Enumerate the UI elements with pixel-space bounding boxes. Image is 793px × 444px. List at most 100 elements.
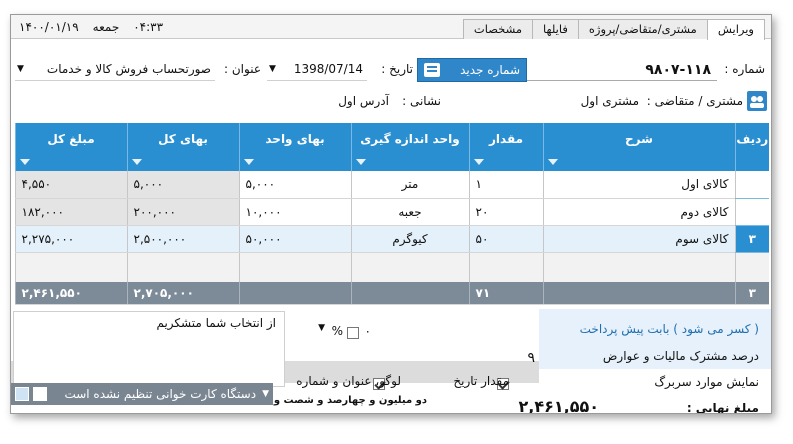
- cell-qty[interactable]: ۲۰: [468, 198, 543, 226]
- total-empty: [238, 282, 351, 305]
- total-count: ۳: [734, 282, 769, 305]
- empty-cell: [350, 252, 469, 282]
- cell-unit[interactable]: کیوگرم: [350, 225, 469, 253]
- filter-icon[interactable]: [243, 159, 254, 165]
- filter-cell[interactable]: [542, 155, 735, 171]
- total-qty: ۷۱: [468, 282, 543, 305]
- clock: ۰۴:۳۳ جمعه ۱۴۰۰/۰۱/۱۹: [19, 20, 163, 34]
- new-number-button[interactable]: شماره جدید: [417, 58, 527, 82]
- chevron-down-icon: ▼: [17, 64, 24, 74]
- title-value: صورتحساب فروش کالا و خدمات: [46, 62, 211, 76]
- row-number: ۱: [734, 171, 769, 199]
- cell-desc[interactable]: کالای اول: [542, 171, 735, 199]
- cell-unit[interactable]: جعبه: [350, 198, 469, 226]
- date-value: 1398/07/14: [293, 62, 363, 76]
- filter-icon[interactable]: [131, 159, 142, 165]
- cell-amount: ۴,۵۵۰: [14, 171, 127, 199]
- address-label: نشانی :: [402, 94, 441, 108]
- customer-label: مشتری / متقاضی :: [646, 94, 743, 108]
- customer-icon[interactable]: [747, 91, 767, 111]
- empty-row: [14, 252, 769, 282]
- row-number: ۲: [734, 198, 769, 226]
- items-grid: ردیف شرح مقدار واحد اندازه گیری بهای واح…: [14, 123, 769, 305]
- percent-checkbox[interactable]: [347, 326, 359, 339]
- table-row[interactable]: ۲ کالای دوم ۲۰ جعبه ۱۰,۰۰۰ ۲۰۰,۰۰۰ ۱۸۲,۰…: [14, 198, 769, 226]
- row-number: ۳: [734, 225, 769, 253]
- tax-value[interactable]: ۹: [527, 350, 535, 366]
- table-row[interactable]: ۱ کالای اول ۱ متر ۵,۰۰۰ ۵,۰۰۰ ۴,۵۵۰: [14, 171, 769, 199]
- title-field[interactable]: صورتحساب فروش کالا و خدمات ▼: [15, 59, 215, 81]
- col-header-row[interactable]: ردیف: [734, 123, 769, 155]
- chevron-down-icon: ▼: [269, 64, 276, 74]
- amount-in-words: دو میلیون و چهارصد و شصت و: [273, 395, 427, 406]
- number-field[interactable]: ۹۸۰۷-۱۱۸: [527, 59, 717, 81]
- cell-amount: ۱۸۲,۰۰۰: [14, 198, 127, 226]
- cell-qty[interactable]: ۵۰: [468, 225, 543, 253]
- notes-textarea[interactable]: از انتخاب شما متشکریم: [13, 311, 285, 387]
- cell-total-price: ۲۰۰,۰۰۰: [126, 198, 239, 226]
- clock-date: ۱۴۰۰/۰۱/۱۹: [19, 20, 79, 34]
- date-label: تاریخ :: [381, 62, 413, 76]
- col-header-qty[interactable]: مقدار: [468, 123, 543, 155]
- card-reader-status: دستگاه کارت خوانی تنظیم نشده است: [64, 387, 257, 401]
- col-header-unit[interactable]: واحد اندازه گیری: [350, 123, 469, 155]
- clock-day: جمعه: [92, 20, 120, 34]
- col-header-desc[interactable]: شرح: [542, 123, 735, 155]
- empty-cell: [126, 252, 239, 282]
- cell-total-price: ۵,۰۰۰: [126, 171, 239, 199]
- empty-cell: [468, 252, 543, 282]
- cell-unit[interactable]: متر: [350, 171, 469, 199]
- table-row[interactable]: ۳ کالای سوم ۵۰ کیوگرم ۵۰,۰۰۰ ۲,۵۰۰,۰۰۰ ۲…: [14, 225, 769, 253]
- tab-edit[interactable]: ویرایش: [706, 19, 765, 40]
- status-icons: [11, 387, 47, 401]
- empty-cell: [14, 252, 127, 282]
- filter-cell[interactable]: [14, 155, 127, 171]
- tab-customer[interactable]: مشتری/متقاضی/پروژه: [577, 19, 708, 39]
- chevron-down-icon[interactable]: ▼: [262, 389, 269, 399]
- clock-time: ۰۴:۳۳: [133, 20, 164, 34]
- tab-files[interactable]: فایلها: [532, 19, 579, 39]
- filter-cell[interactable]: [468, 155, 543, 171]
- col-header-amount[interactable]: مبلغ کل: [14, 123, 127, 155]
- cell-unit-price[interactable]: ۱۰,۰۰۰: [238, 198, 351, 226]
- cell-desc[interactable]: کالای دوم: [542, 198, 735, 226]
- cell-unit-price[interactable]: ۵,۰۰۰: [238, 171, 351, 199]
- cell-unit-price[interactable]: ۵۰,۰۰۰: [238, 225, 351, 253]
- title-label: عنوان :: [224, 62, 261, 76]
- total-amount: ۲,۴۶۱,۵۵۰: [14, 282, 127, 305]
- tab-specs[interactable]: مشخصات: [462, 19, 534, 39]
- new-number-label: شماره جدید: [460, 63, 520, 77]
- keyboard-icon[interactable]: [15, 387, 29, 401]
- date-field[interactable]: 1398/07/14 ▼: [267, 59, 367, 81]
- invoice-window: ویرایش مشتری/متقاضی/پروژه فایلها مشخصات …: [10, 14, 772, 414]
- filter-icon[interactable]: [355, 159, 366, 165]
- total-empty: [542, 282, 735, 305]
- card-reader-icon[interactable]: [33, 387, 47, 401]
- filter-cell: [734, 155, 769, 171]
- filter-cell[interactable]: [238, 155, 351, 171]
- total-price: ۲,۷۰۵,۰۰۰: [126, 282, 239, 305]
- customer-value: مشتری اول: [580, 94, 639, 108]
- amount-date-label: مقدار تاریخ: [453, 374, 509, 388]
- filter-icon[interactable]: [473, 159, 484, 165]
- card-reader-status-bar[interactable]: ▼ دستگاه کارت خوانی تنظیم نشده است: [11, 383, 273, 405]
- tax-label: درصد مشترک مالیات و عوارض: [602, 349, 759, 363]
- top-bar: ویرایش مشتری/متقاضی/پروژه فایلها مشخصات …: [11, 15, 771, 40]
- total-empty: [350, 282, 469, 305]
- show-more-label: نمایش موارد سربرگ: [654, 375, 759, 389]
- empty-cell: [734, 252, 769, 282]
- prepayment-label[interactable]: ( کسر می شود ) بابت پیش پرداخت: [580, 322, 759, 336]
- filter-cell[interactable]: [126, 155, 239, 171]
- chevron-down-icon[interactable]: ▼: [318, 323, 325, 333]
- filter-cell[interactable]: [350, 155, 469, 171]
- percent-value: ۰: [364, 324, 371, 338]
- col-header-unit-price[interactable]: بهای واحد: [238, 123, 351, 155]
- final-amount-label: مبلغ نهایی :: [686, 401, 759, 414]
- col-header-total-price[interactable]: بهای کل: [126, 123, 239, 155]
- cell-qty[interactable]: ۱: [468, 171, 543, 199]
- cell-desc[interactable]: کالای سوم: [542, 225, 735, 253]
- empty-cell: [238, 252, 351, 282]
- filter-icon[interactable]: [19, 159, 30, 165]
- filter-icon[interactable]: [547, 159, 558, 165]
- card-icon: [424, 63, 440, 77]
